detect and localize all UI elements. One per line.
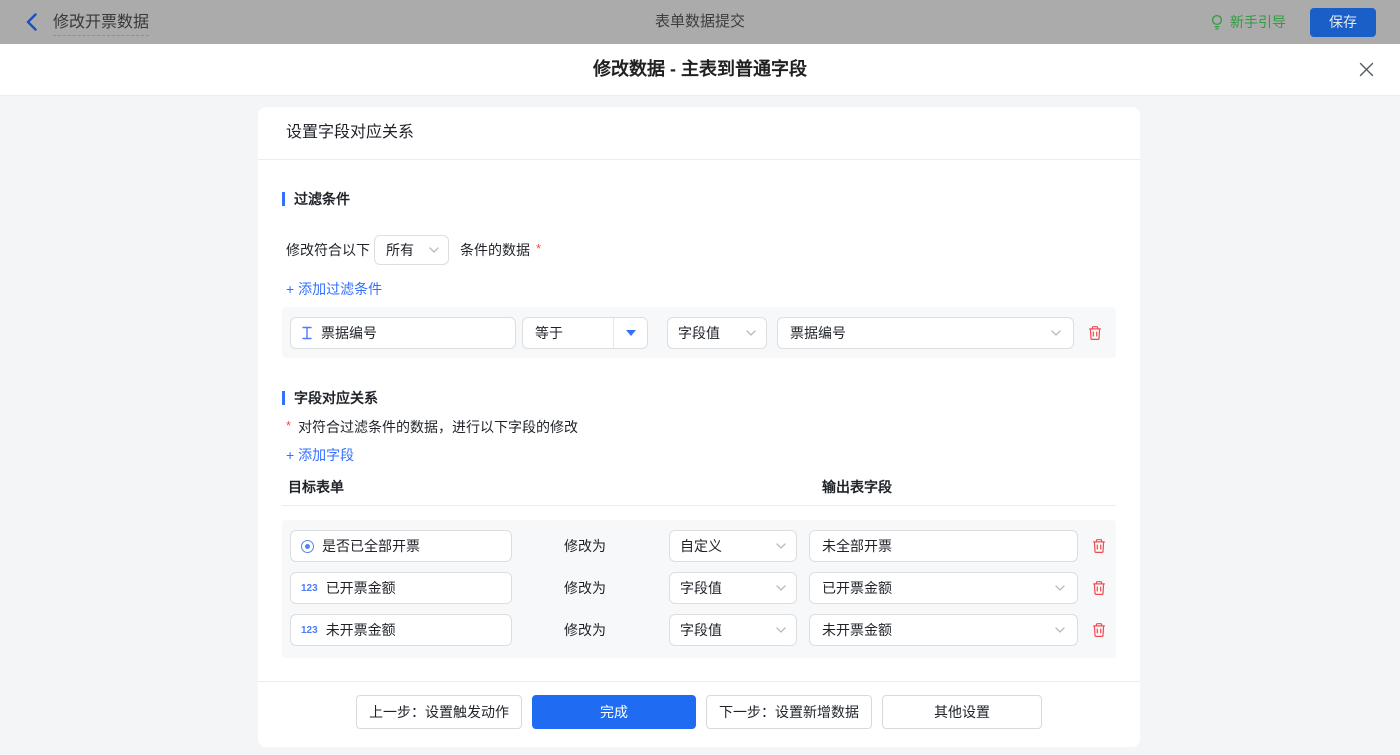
value-type-select[interactable]: 自定义 bbox=[669, 530, 797, 562]
match-mode-select[interactable]: 所有 bbox=[374, 235, 449, 265]
target-field-name: 是否已全部开票 bbox=[322, 536, 420, 556]
column-header-divider bbox=[282, 505, 1116, 506]
mapping-description-text: 对符合过滤条件的数据，进行以下字段的修改 bbox=[298, 417, 578, 437]
target-field-name: 未开票金额 bbox=[326, 620, 396, 640]
value-type: 字段值 bbox=[680, 578, 722, 598]
mapping-row: 是否已全部开票 修改为 自定义 未全部开票 bbox=[290, 530, 1116, 562]
lightbulb-icon bbox=[1210, 14, 1224, 31]
filter-section-title: 过滤条件 bbox=[282, 189, 350, 209]
chevron-down-icon bbox=[1051, 330, 1061, 336]
match-prefix-label: 修改符合以下 bbox=[286, 240, 370, 260]
delete-field-button[interactable] bbox=[1090, 621, 1108, 639]
chevron-down-icon bbox=[1055, 585, 1065, 591]
mapping-description: * 对符合过滤条件的数据，进行以下字段的修改 bbox=[286, 417, 578, 437]
done-button[interactable]: 完成 bbox=[532, 695, 696, 729]
topbar: 修改开票数据 表单数据提交 新手引导 保存 bbox=[0, 0, 1400, 44]
radio-icon bbox=[301, 540, 314, 553]
filter-operator-select[interactable]: 等于 bbox=[522, 317, 648, 349]
beginner-guide-link[interactable]: 新手引导 bbox=[1210, 12, 1286, 32]
triangle-down-icon bbox=[626, 330, 636, 336]
chevron-down-icon bbox=[1055, 627, 1065, 633]
value-type-select[interactable]: 字段值 bbox=[669, 614, 797, 646]
trash-icon bbox=[1091, 580, 1107, 596]
topbar-right: 新手引导 保存 bbox=[1210, 0, 1376, 44]
number-icon: 123 bbox=[301, 625, 318, 636]
chevron-down-icon bbox=[776, 585, 786, 591]
output-field-value: 未开票金额 bbox=[822, 620, 892, 640]
value-type: 字段值 bbox=[680, 620, 722, 640]
add-filter-condition-link[interactable]: + 添加过滤条件 bbox=[286, 279, 382, 299]
trash-icon bbox=[1091, 622, 1107, 638]
section-accent-bar bbox=[282, 192, 285, 206]
chevron-down-icon bbox=[776, 627, 786, 633]
delete-field-button[interactable] bbox=[1090, 537, 1108, 555]
trash-icon bbox=[1087, 325, 1103, 341]
app-page-title: 表单数据提交 bbox=[0, 0, 1400, 44]
output-field-value: 已开票金额 bbox=[822, 578, 892, 598]
mapping-row: 123 已开票金额 修改为 字段值 已开票金额 bbox=[290, 572, 1116, 604]
output-field-column-header: 输出表字段 bbox=[822, 477, 892, 497]
add-field-link[interactable]: + 添加字段 bbox=[286, 445, 354, 465]
filter-value-type: 字段值 bbox=[678, 323, 720, 343]
footer-buttons: 上一步：设置触发动作 完成 下一步：设置新增数据 其他设置 bbox=[258, 695, 1140, 729]
mapping-row: 123 未开票金额 修改为 字段值 未开票金额 bbox=[290, 614, 1116, 646]
modify-to-label: 修改为 bbox=[564, 578, 606, 598]
next-step-button[interactable]: 下一步：设置新增数据 bbox=[706, 695, 872, 729]
filter-value-select[interactable]: 票据编号 bbox=[777, 317, 1074, 349]
target-field-box[interactable]: 123 未开票金额 bbox=[290, 614, 512, 646]
delete-field-button[interactable] bbox=[1090, 579, 1108, 597]
filter-field-input[interactable]: 票据编号 bbox=[290, 317, 516, 349]
save-button[interactable]: 保存 bbox=[1310, 8, 1376, 37]
guide-label: 新手引导 bbox=[1230, 12, 1286, 32]
filter-field-value: 票据编号 bbox=[321, 323, 377, 343]
output-field-select[interactable]: 已开票金额 bbox=[809, 572, 1078, 604]
text-field-icon bbox=[301, 326, 313, 340]
modal-header: 修改数据 - 主表到普通字段 bbox=[0, 44, 1400, 96]
chevron-down-icon bbox=[429, 247, 439, 253]
custom-value: 未全部开票 bbox=[822, 536, 892, 556]
prev-step-button[interactable]: 上一步：设置触发动作 bbox=[356, 695, 522, 729]
target-field-box[interactable]: 是否已全部开票 bbox=[290, 530, 512, 562]
filter-condition-row: 票据编号 等于 字段值 票据编号 bbox=[282, 307, 1116, 358]
target-field-box[interactable]: 123 已开票金额 bbox=[290, 572, 512, 604]
filter-value-type-select[interactable]: 字段值 bbox=[667, 317, 767, 349]
modal-title: 修改数据 - 主表到普通字段 bbox=[0, 44, 1400, 95]
card-header-title: 设置字段对应关系 bbox=[258, 107, 1140, 160]
value-type-select[interactable]: 字段值 bbox=[669, 572, 797, 604]
chevron-down-icon bbox=[776, 543, 786, 549]
match-mode-value: 所有 bbox=[386, 240, 414, 260]
mapping-rows-panel: 是否已全部开票 修改为 自定义 未全部开票 123 bbox=[282, 520, 1116, 658]
close-icon[interactable] bbox=[1357, 60, 1375, 78]
required-asterisk: * bbox=[536, 241, 541, 256]
chevron-down-icon bbox=[746, 330, 756, 336]
settings-card: 设置字段对应关系 过滤条件 修改符合以下 所有 条件的数据 * + 添加过滤条件… bbox=[258, 107, 1140, 747]
required-asterisk: * bbox=[286, 418, 291, 438]
target-form-column-header: 目标表单 bbox=[288, 477, 344, 497]
other-settings-button[interactable]: 其他设置 bbox=[882, 695, 1042, 729]
modify-to-label: 修改为 bbox=[564, 536, 606, 556]
filter-operator-value: 等于 bbox=[523, 323, 613, 343]
delete-filter-button[interactable] bbox=[1086, 324, 1104, 342]
section-accent-bar bbox=[282, 391, 285, 405]
operator-dropdown-zone[interactable] bbox=[613, 318, 647, 348]
trash-icon bbox=[1091, 538, 1107, 554]
number-icon: 123 bbox=[301, 583, 318, 594]
mapping-section-title: 字段对应关系 bbox=[282, 388, 378, 408]
filter-value: 票据编号 bbox=[790, 323, 846, 343]
modify-to-label: 修改为 bbox=[564, 620, 606, 640]
filter-match-row: 修改符合以下 所有 条件的数据 * bbox=[286, 235, 541, 265]
footer-divider bbox=[258, 681, 1140, 682]
match-suffix-label: 条件的数据 bbox=[460, 240, 530, 260]
custom-value-input[interactable]: 未全部开票 bbox=[809, 530, 1078, 562]
output-field-select[interactable]: 未开票金额 bbox=[809, 614, 1078, 646]
target-field-name: 已开票金额 bbox=[326, 578, 396, 598]
value-type: 自定义 bbox=[680, 536, 722, 556]
